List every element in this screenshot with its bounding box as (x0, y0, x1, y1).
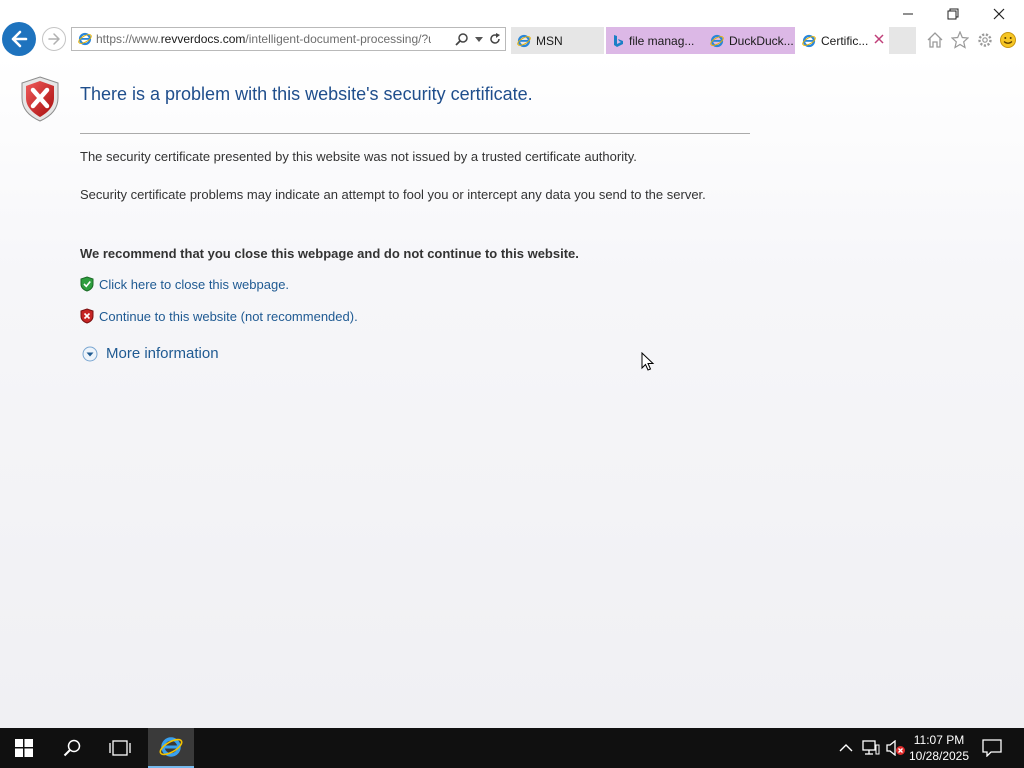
ie-logo-icon (710, 34, 724, 47)
restore-icon (947, 8, 959, 20)
action-center-icon[interactable] (982, 739, 1002, 757)
chevron-down-icon[interactable] (475, 37, 483, 43)
tab-file-manager[interactable]: file manag... (606, 27, 704, 54)
smiley-icon (1000, 32, 1016, 48)
network-icon[interactable] (862, 740, 880, 756)
shield-error-icon (80, 308, 94, 324)
title-divider (80, 133, 750, 134)
browser-chrome: https://www.revverdocs.com/intelligent-d… (0, 0, 1024, 56)
address-bar[interactable]: https://www.revverdocs.com/intelligent-d… (71, 27, 506, 51)
shield-error-icon (21, 76, 59, 122)
start-button[interactable] (0, 728, 48, 768)
arrow-right-icon (48, 33, 60, 45)
arrow-left-icon (11, 30, 28, 48)
page-title: There is a problem with this website's s… (80, 84, 533, 104)
bing-logo-icon (614, 34, 623, 47)
continue-option: Continue to this website (not recommende… (80, 308, 358, 324)
tab-label: MSN (536, 33, 563, 48)
restore-button[interactable] (938, 4, 968, 24)
ie-logo-icon (159, 737, 183, 757)
back-button[interactable] (2, 22, 36, 56)
url-text[interactable]: https://www.revverdocs.com/intelligent-d… (96, 28, 431, 50)
ie-logo-icon (517, 34, 531, 47)
mouse-cursor-icon (641, 352, 655, 371)
gear-icon (978, 33, 992, 47)
close-tab-icon[interactable] (874, 34, 884, 44)
tab-label: DuckDuck... (729, 33, 794, 48)
minimize-icon (903, 13, 913, 15)
search-icon (63, 739, 81, 757)
taskbar-internet-explorer[interactable] (148, 728, 194, 768)
ie-logo-icon (802, 34, 816, 47)
home-button[interactable] (925, 30, 945, 50)
star-icon (951, 31, 969, 49)
close-window-button[interactable] (984, 4, 1014, 24)
search-icon[interactable] (455, 32, 469, 46)
forward-button[interactable] (42, 27, 66, 51)
more-information-toggle[interactable]: More information (82, 345, 219, 362)
risk-message: Security certificate problems may indica… (80, 187, 706, 202)
tab-msn[interactable]: MSN (511, 27, 604, 54)
more-information-label: More information (106, 345, 219, 362)
task-view-button[interactable] (96, 728, 144, 768)
close-icon (993, 8, 1005, 20)
certificate-error-page: There is a problem with this website's s… (0, 56, 1024, 728)
ie-logo-icon (78, 32, 92, 46)
tab-certificate-error[interactable]: Certific... (796, 27, 888, 54)
taskbar: 11:07 PM 10/28/2025 (0, 728, 1024, 768)
minimize-button[interactable] (893, 4, 923, 24)
tools-button[interactable] (975, 30, 995, 50)
tab-label: Certific... (821, 33, 869, 48)
tab-duckduckgo[interactable]: DuckDuck... (704, 27, 795, 54)
volume-muted-icon[interactable] (886, 740, 906, 756)
recommendation-text: We recommend that you close this webpage… (80, 246, 579, 261)
system-clock[interactable]: 11:07 PM 10/28/2025 (906, 732, 972, 764)
refresh-icon[interactable] (488, 32, 502, 46)
show-hidden-icons-icon[interactable] (838, 740, 854, 756)
favorites-button[interactable] (950, 30, 970, 50)
home-icon (927, 32, 943, 48)
issuer-message: The security certificate presented by th… (80, 149, 637, 164)
chevron-down-circle-icon (82, 346, 98, 361)
taskbar-search-button[interactable] (48, 728, 96, 768)
clock-time: 11:07 PM (913, 733, 965, 747)
continue-to-website-link[interactable]: Continue to this website (not recommende… (99, 309, 358, 324)
tab-label: file manag... (629, 33, 695, 48)
close-page-option: Click here to close this webpage. (80, 276, 289, 292)
shield-check-icon (80, 276, 94, 292)
task-view-icon (109, 740, 131, 756)
close-webpage-link[interactable]: Click here to close this webpage. (99, 277, 289, 292)
new-tab-button[interactable] (889, 27, 916, 54)
windows-logo-icon (15, 739, 33, 757)
clock-date: 10/28/2025 (908, 749, 970, 763)
feedback-button[interactable] (998, 30, 1018, 50)
